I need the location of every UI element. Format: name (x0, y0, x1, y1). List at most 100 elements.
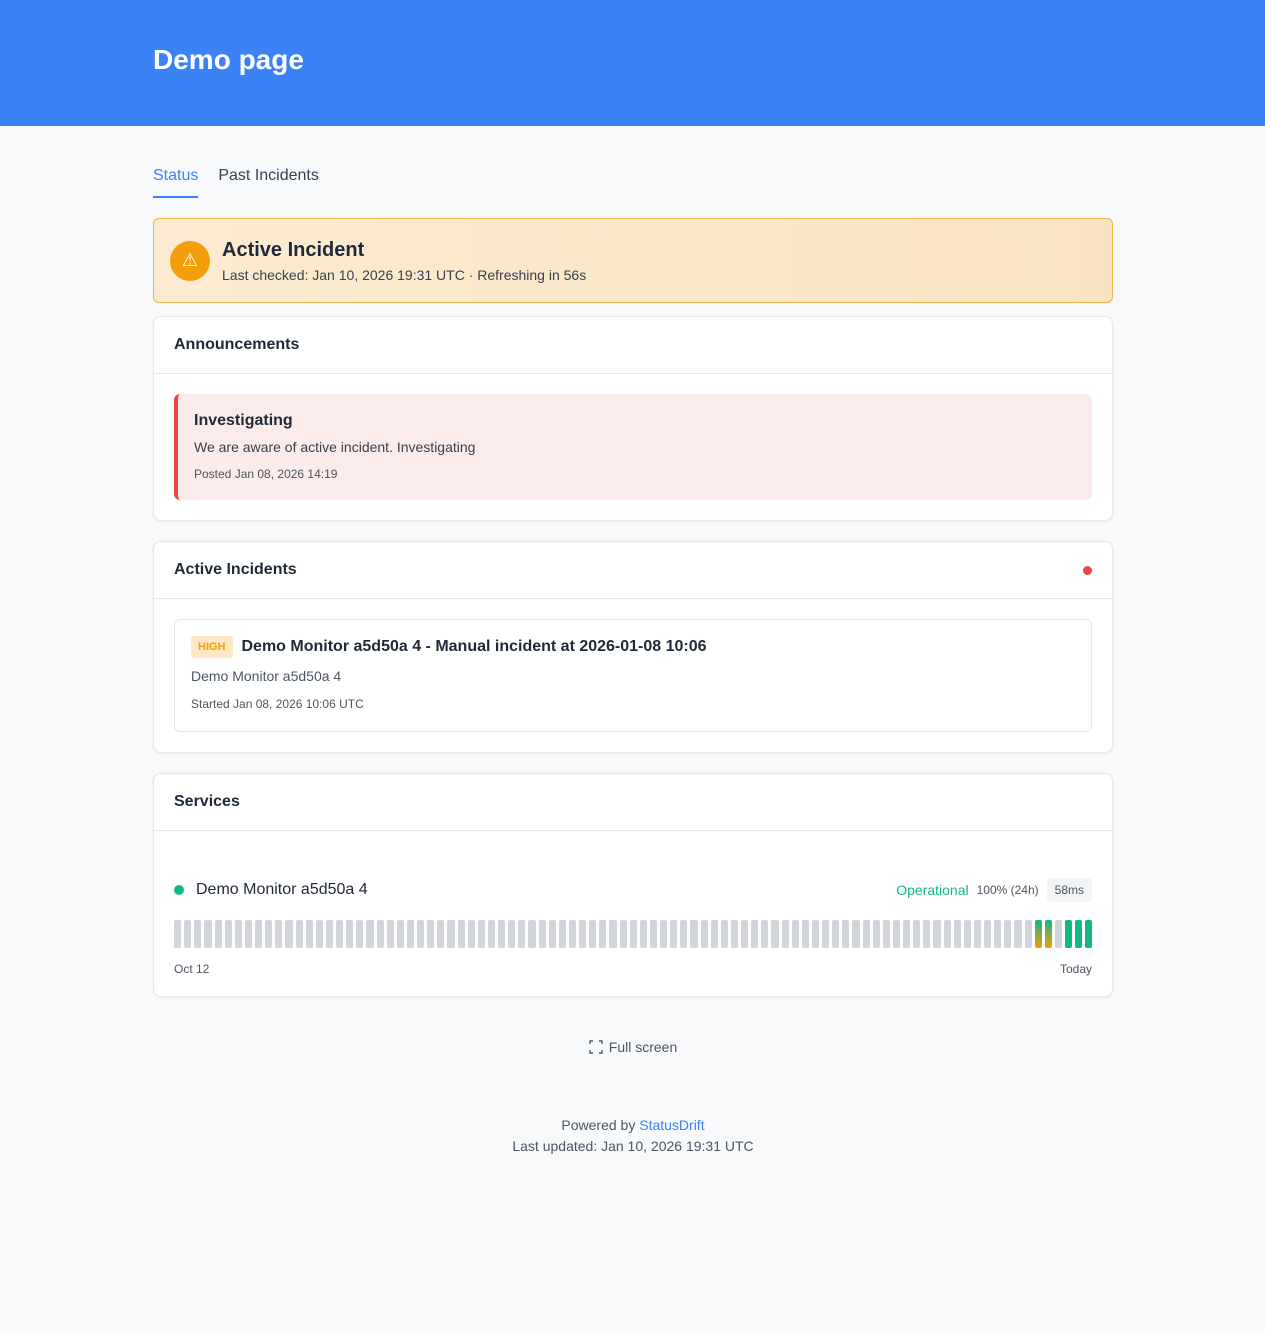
uptime-day-bar[interactable] (801, 920, 809, 948)
uptime-day-bar[interactable] (1044, 920, 1052, 948)
uptime-day-bar[interactable] (690, 920, 698, 948)
uptime-day-bar[interactable] (700, 920, 708, 948)
uptime-day-bar[interactable] (730, 920, 739, 948)
uptime-day-bar[interactable] (933, 920, 941, 948)
uptime-day-bar[interactable] (1024, 920, 1032, 948)
uptime-day-bar[interactable] (174, 920, 182, 948)
uptime-day-bar[interactable] (255, 920, 263, 948)
statusdrift-link[interactable]: StatusDrift (639, 1117, 704, 1133)
uptime-day-bar[interactable] (579, 920, 587, 948)
uptime-day-bar[interactable] (619, 920, 627, 948)
uptime-day-bar[interactable] (184, 920, 192, 948)
uptime-day-bar[interactable] (953, 920, 961, 948)
uptime-day-bar[interactable] (275, 920, 283, 948)
uptime-day-bar[interactable] (852, 920, 860, 948)
uptime-day-bar[interactable] (913, 920, 921, 948)
uptime-day-bar[interactable] (204, 920, 212, 948)
uptime-day-bar[interactable] (609, 920, 617, 948)
service-uptime: 100% (24h) (976, 883, 1039, 897)
uptime-day-bar[interactable] (417, 920, 425, 948)
uptime-day-bar[interactable] (214, 920, 222, 948)
uptime-day-bar[interactable] (892, 920, 901, 948)
uptime-day-bar[interactable] (467, 920, 475, 948)
uptime-day-bar[interactable] (781, 920, 789, 948)
uptime-day-bar[interactable] (1014, 920, 1022, 948)
uptime-day-bar[interactable] (427, 920, 435, 948)
uptime-day-bar[interactable] (680, 920, 688, 948)
uptime-day-bar[interactable] (346, 920, 354, 948)
uptime-day-bar[interactable] (629, 920, 637, 948)
uptime-day-bar[interactable] (589, 920, 597, 948)
uptime-day-bar[interactable] (862, 920, 870, 948)
uptime-day-bar[interactable] (406, 920, 415, 948)
uptime-day-bar[interactable] (356, 920, 364, 948)
uptime-day-bar[interactable] (761, 920, 769, 948)
uptime-day-bar[interactable] (1034, 920, 1042, 948)
uptime-day-bar[interactable] (1065, 920, 1073, 948)
uptime-day-bar[interactable] (842, 920, 850, 948)
uptime-day-bar[interactable] (973, 920, 982, 948)
uptime-day-bar[interactable] (487, 920, 496, 948)
uptime-day-bar[interactable] (943, 920, 951, 948)
uptime-day-bar[interactable] (882, 920, 890, 948)
uptime-day-bar[interactable] (558, 920, 566, 948)
uptime-day-bar[interactable] (548, 920, 556, 948)
service-status-dot (174, 885, 184, 895)
uptime-day-bar[interactable] (244, 920, 253, 948)
uptime-day-bar[interactable] (791, 920, 799, 948)
uptime-day-bar[interactable] (923, 920, 931, 948)
uptime-day-bar[interactable] (538, 920, 546, 948)
uptime-day-bar[interactable] (903, 920, 911, 948)
uptime-day-bar[interactable] (336, 920, 344, 948)
uptime-day-bar[interactable] (1075, 920, 1083, 948)
uptime-day-bar[interactable] (366, 920, 374, 948)
uptime-day-bar[interactable] (649, 920, 658, 948)
active-incident-banner: ⚠ Active Incident Last checked: Jan 10, … (153, 218, 1113, 303)
uptime-day-bar[interactable] (447, 920, 455, 948)
uptime-day-bar[interactable] (325, 920, 334, 948)
uptime-day-bar[interactable] (670, 920, 678, 948)
uptime-day-bar[interactable] (315, 920, 323, 948)
uptime-day-bar[interactable] (771, 920, 779, 948)
uptime-day-bar[interactable] (568, 920, 577, 948)
uptime-day-bar[interactable] (1004, 920, 1012, 948)
uptime-day-bar[interactable] (872, 920, 880, 948)
uptime-day-bar[interactable] (396, 920, 404, 948)
uptime-day-bar[interactable] (518, 920, 526, 948)
uptime-day-bar[interactable] (660, 920, 668, 948)
uptime-day-bar[interactable] (295, 920, 303, 948)
uptime-day-bar[interactable] (599, 920, 607, 948)
uptime-day-bar[interactable] (1085, 920, 1093, 948)
uptime-day-bar[interactable] (498, 920, 506, 948)
uptime-day-bar[interactable] (710, 920, 718, 948)
uptime-day-bar[interactable] (437, 920, 445, 948)
uptime-day-bar[interactable] (508, 920, 516, 948)
uptime-day-bar[interactable] (963, 920, 971, 948)
tab-past-incidents[interactable]: Past Incidents (218, 166, 319, 198)
uptime-day-bar[interactable] (234, 920, 242, 948)
uptime-day-bar[interactable] (720, 920, 728, 948)
uptime-day-bar[interactable] (265, 920, 273, 948)
uptime-day-bar[interactable] (285, 920, 293, 948)
uptime-day-bar[interactable] (1054, 920, 1063, 948)
uptime-day-bar[interactable] (751, 920, 759, 948)
tab-status[interactable]: Status (153, 166, 199, 198)
uptime-day-bar[interactable] (832, 920, 840, 948)
uptime-day-bar[interactable] (984, 920, 992, 948)
uptime-day-bar[interactable] (457, 920, 465, 948)
uptime-history-bars (174, 920, 1093, 948)
uptime-day-bar[interactable] (224, 920, 232, 948)
uptime-day-bar[interactable] (386, 920, 394, 948)
uptime-day-bar[interactable] (822, 920, 830, 948)
fullscreen-button[interactable]: Full screen (153, 1039, 1113, 1055)
uptime-day-bar[interactable] (994, 920, 1002, 948)
incident-item[interactable]: HIGH Demo Monitor a5d50a 4 - Manual inci… (174, 619, 1092, 732)
uptime-day-bar[interactable] (639, 920, 647, 948)
uptime-day-bar[interactable] (477, 920, 485, 948)
uptime-day-bar[interactable] (811, 920, 820, 948)
uptime-day-bar[interactable] (376, 920, 384, 948)
uptime-day-bar[interactable] (305, 920, 313, 948)
uptime-day-bar[interactable] (194, 920, 202, 948)
uptime-day-bar[interactable] (741, 920, 749, 948)
uptime-day-bar[interactable] (528, 920, 536, 948)
